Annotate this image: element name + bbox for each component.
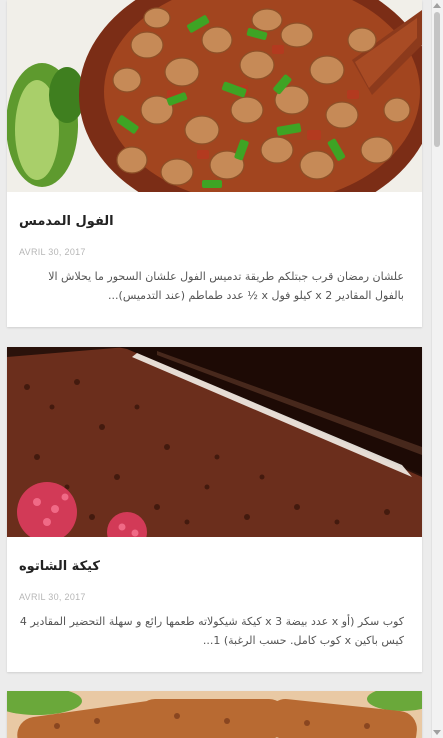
post-title[interactable]: الفول المدمس xyxy=(19,214,114,229)
post-excerpt: علشان رمضان قرب جبتلكم طريقة تدميس الفول… xyxy=(48,270,404,302)
chocolate-cake-picture xyxy=(7,347,422,537)
post-date: AVRIL 30, 2017 xyxy=(19,247,86,257)
scroll-down-arrow-icon[interactable] xyxy=(433,730,441,735)
foul-bowl-picture xyxy=(7,0,422,192)
kofta-picture xyxy=(7,691,422,738)
post-card-kofta[interactable] xyxy=(7,691,422,738)
post-card-chateau-cake[interactable]: كيكة الشاتوه AVRIL 30, 2017 كوب سكر (أو … xyxy=(7,347,422,672)
scrollbar-thumb[interactable] xyxy=(434,12,440,147)
post-date: AVRIL 30, 2017 xyxy=(19,592,86,602)
posts-feed: الفول المدمس AVRIL 30, 2017 علشان رمضان … xyxy=(0,0,432,738)
post-image-chateau-cake[interactable] xyxy=(7,347,422,537)
scroll-up-arrow-icon[interactable] xyxy=(433,3,441,8)
post-image-kofta[interactable] xyxy=(7,691,422,738)
vertical-scrollbar[interactable] xyxy=(431,0,443,738)
post-excerpt: كوب سكر (أو x عدد بيضة 3 x كيكة شيكولاته… xyxy=(19,615,404,647)
post-card-foul[interactable]: الفول المدمس AVRIL 30, 2017 علشان رمضان … xyxy=(7,0,422,327)
post-title[interactable]: كيكة الشاتوه xyxy=(19,559,100,574)
post-image-foul[interactable] xyxy=(7,0,422,192)
